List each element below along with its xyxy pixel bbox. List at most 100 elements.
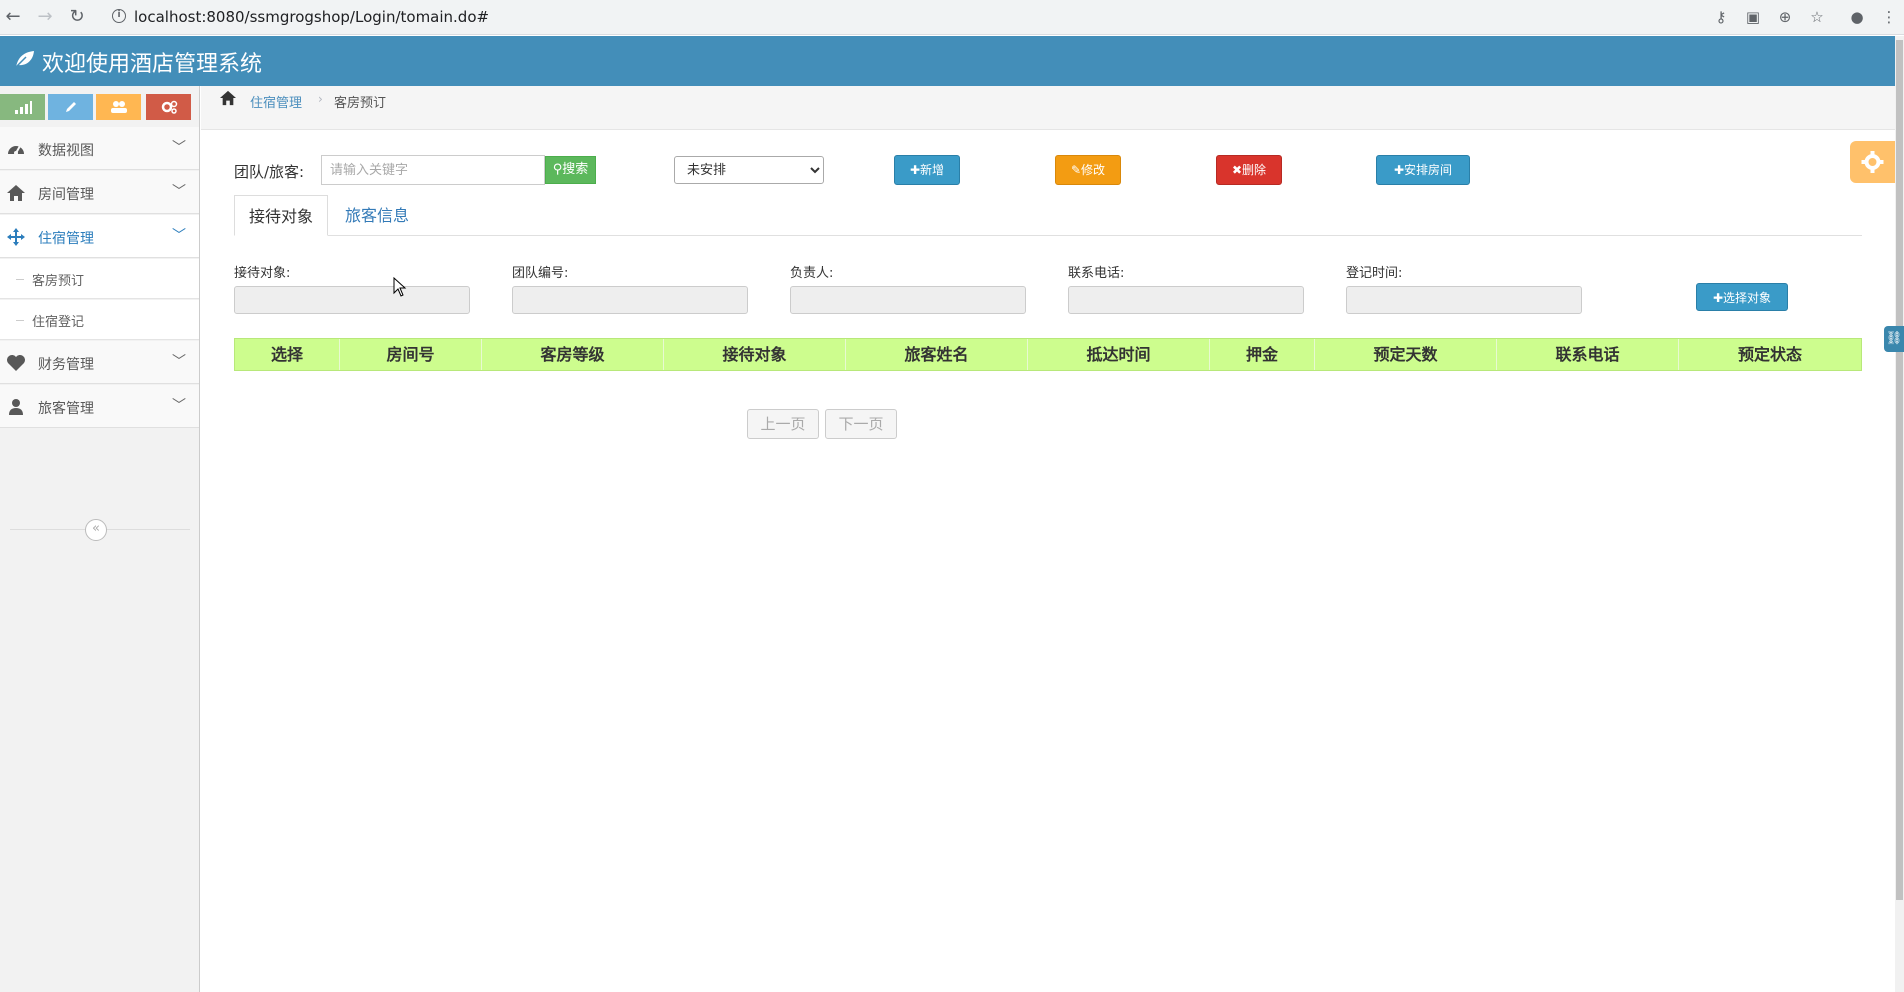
th-booked-days: 预定天数 [1315,339,1497,370]
bookmark-star-icon[interactable]: ☆ [1808,8,1826,26]
sidebar: 数据视图 ﹀ 房间管理 ﹀ 住宿管理 ﹀ 客房预订 住宿登记 财务管理 ﹀ 旅客… [0,86,200,992]
team-no-field[interactable] [512,286,748,314]
sidebar-subitem-label: 客房预订 [32,274,85,289]
sidebar-item-label: 财务管理 [38,357,94,373]
register-time-field[interactable] [1346,286,1582,314]
search-input[interactable] [321,155,545,185]
team-guest-label: 团队/旅客: [234,163,305,181]
close-icon: ✖ [1231,163,1243,177]
zoom-icon[interactable]: ⊕ [1776,8,1794,26]
th-deposit: 押金 [1210,339,1315,370]
chevron-down-icon: ﹀ [172,398,186,414]
table-header-row: 选择 房间号 客房等级 接待对象 旅客姓名 抵达时间 押金 预定天数 联系电话 … [234,338,1862,371]
user-icon [9,399,23,415]
gear-icon [1861,151,1884,173]
translate-icon[interactable]: ▣ [1744,8,1762,26]
home-icon[interactable] [219,90,237,106]
delete-button[interactable]: ✖删除 [1216,155,1282,185]
team-no-label: 团队编号: [512,266,569,281]
sidebar-subitem-room-booking[interactable]: 客房预订 [0,259,199,299]
search-icon: ⚲ [552,162,563,177]
sidebar-collapse-button[interactable]: « [85,519,107,541]
chevron-down-icon: ﹀ [172,354,186,370]
link-icon: ⛓ [1885,331,1903,346]
search-button[interactable]: ⚲搜索 [545,156,596,184]
link-tab-button[interactable]: ⛓ [1884,326,1904,352]
reception-label: 接待对象: [234,266,291,281]
chevron-down-icon: ﹀ [172,184,186,200]
edit-button-label: 修改 [1081,163,1106,177]
leader-field[interactable] [790,286,1026,314]
sidebar-item-guest-management[interactable]: 旅客管理 ﹀ [0,385,199,428]
register-time-label: 登记时间: [1346,266,1403,281]
plus-icon: ✚ [1712,291,1724,305]
sidebar-subitem-check-in[interactable]: 住宿登记 [0,300,199,340]
back-arrow-icon[interactable]: ← [2,6,24,28]
chevron-down-icon: ﹀ [172,140,186,156]
heart-icon [7,355,25,371]
tab-guest-info[interactable]: 旅客信息 [331,195,423,236]
shortcut-users-button[interactable] [96,94,141,120]
sidebar-item-label: 房间管理 [38,187,94,203]
plus-icon: ✚ [909,163,921,177]
th-booking-status: 预定状态 [1737,345,1802,364]
leaf-logo-icon [15,51,34,68]
sidebar-item-data-view[interactable]: 数据视图 ﹀ [0,127,199,170]
sidebar-item-lodging-management[interactable]: 住宿管理 ﹀ [0,215,199,258]
delete-button-label: 删除 [1242,163,1267,177]
sidebar-item-label: 旅客管理 [38,401,94,417]
breadcrumb-parent-link[interactable]: 住宿管理 [250,92,302,111]
th-contact-phone: 联系电话 [1497,339,1679,370]
mouse-cursor-icon [393,277,407,297]
move-icon [7,228,25,246]
site-info-icon[interactable]: i [112,9,126,23]
app-title: 欢迎使用酒店管理系统 [42,52,263,77]
arrange-room-button[interactable]: ✚安排房间 [1376,155,1470,185]
reception-field[interactable] [234,286,470,314]
edit-button[interactable]: ✎修改 [1055,155,1121,185]
shortcut-signal-button[interactable] [0,94,45,120]
phone-label: 联系电话: [1068,266,1125,281]
arrange-room-button-label: 安排房间 [1404,163,1453,177]
pencil-icon: ✎ [1070,163,1082,177]
plus-icon: ✚ [1393,163,1405,177]
shortcut-edit-button[interactable] [48,94,93,120]
choose-target-button-label: 选择对象 [1723,291,1772,305]
users-icon [110,101,127,113]
home-icon [7,185,25,201]
tree-dash [16,320,24,321]
tabs-divider [234,235,1862,236]
reload-icon[interactable]: ↻ [66,6,88,28]
phone-field[interactable] [1068,286,1304,314]
cogs-icon [161,100,177,114]
th-select: 选择 [235,339,340,370]
th-reception-target: 接待对象 [664,339,846,370]
status-select[interactable]: 未安排 [674,156,824,184]
th-arrival-time: 抵达时间 [1028,339,1210,370]
prev-page-button[interactable]: 上一页 [747,409,819,439]
tree-dash [16,279,24,280]
profile-icon[interactable]: ● [1848,8,1866,26]
sidebar-subitem-label: 住宿登记 [32,315,85,330]
settings-toggle-button[interactable] [1850,141,1895,183]
leader-label: 负责人: [790,266,834,281]
choose-target-button[interactable]: ✚选择对象 [1696,283,1788,311]
page-scrollbar-thumb[interactable] [1896,40,1903,900]
sidebar-item-room-management[interactable]: 房间管理 ﹀ [0,171,199,214]
sidebar-item-finance-management[interactable]: 财务管理 ﹀ [0,341,199,384]
sidebar-item-label: 住宿管理 [38,231,94,247]
key-icon[interactable]: ⚷ [1712,8,1730,26]
dashboard-icon [8,145,24,155]
menu-dots-icon[interactable]: ⋮ [1880,8,1898,26]
add-button[interactable]: ✚新增 [894,155,960,185]
signal-icon [14,101,32,114]
sidebar-item-label: 数据视图 [38,143,94,159]
next-page-button[interactable]: 下一页 [825,409,897,439]
th-room-level: 客房等级 [482,339,664,370]
pencil-icon [65,102,76,112]
forward-arrow-icon[interactable]: → [34,6,56,28]
tab-reception-target[interactable]: 接待对象 [234,195,329,236]
url-text[interactable]: localhost:8080/ssmgrogshop/Login/tomain.… [134,8,489,26]
shortcut-cogs-button[interactable] [146,94,191,120]
th-guest-name: 旅客姓名 [846,339,1028,370]
